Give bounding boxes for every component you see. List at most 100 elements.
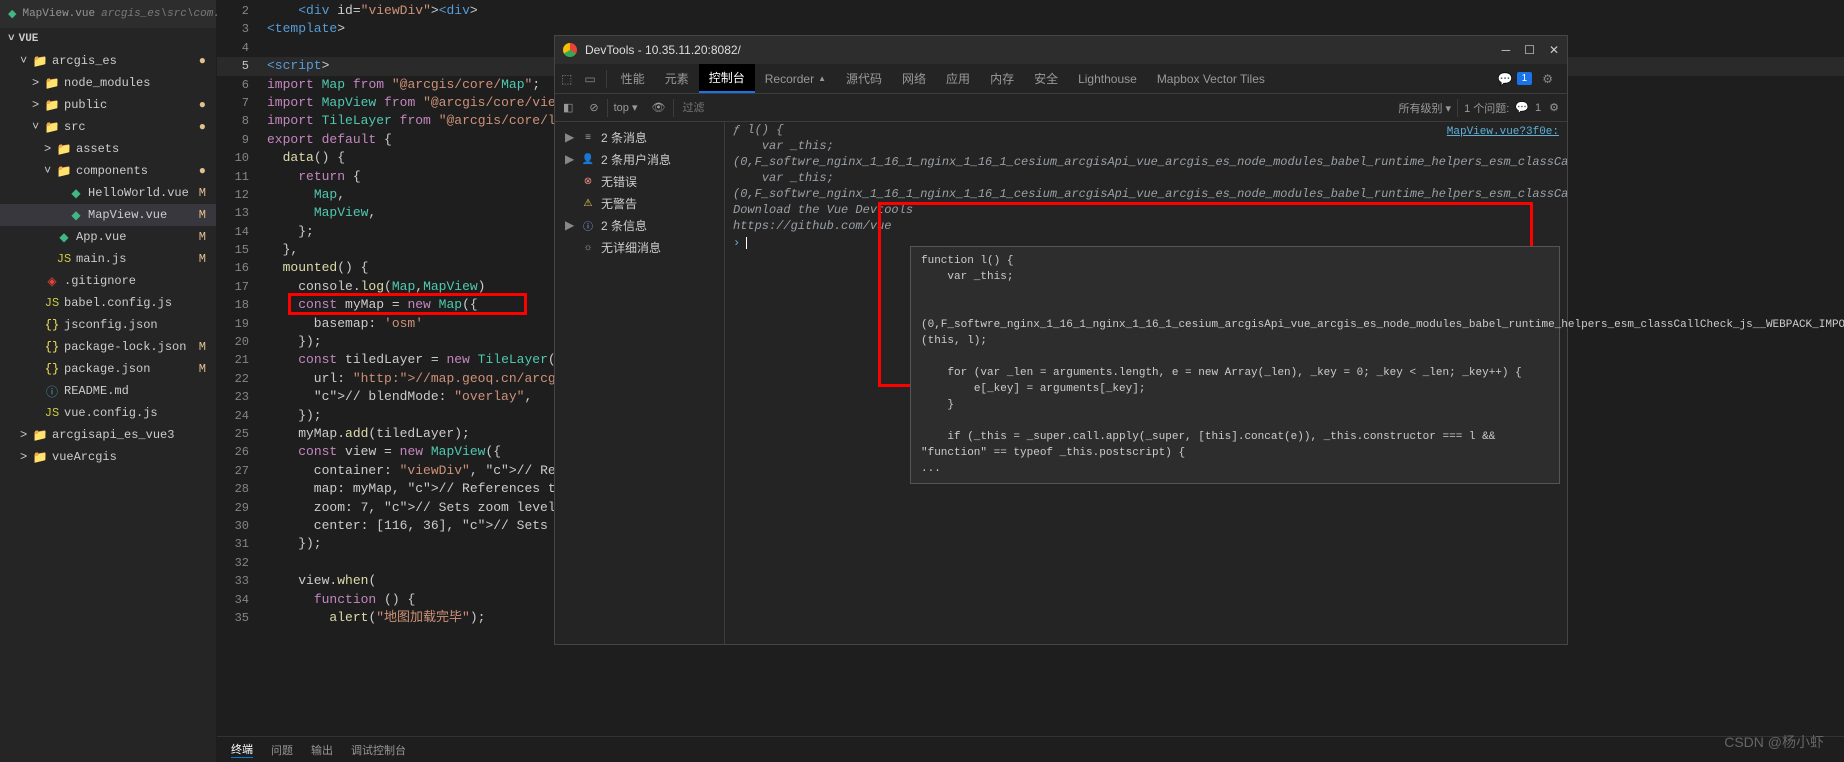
line-number: 7 xyxy=(217,94,267,112)
console-line: (0,F_softwre_nginx_1_16_1_nginx_1_16_1_c… xyxy=(725,186,1567,202)
project-header[interactable]: ˅ VUE xyxy=(0,28,216,50)
console-filter-row[interactable]: ▶≡2 条消息 xyxy=(555,126,724,148)
console-sidebar: ▶≡2 条消息▶👤2 条用户消息⊗无错误 ⚠ 无警告 ▶ⓘ2 条信息☼无详细消息 xyxy=(555,122,725,644)
chevron-icon: ▶ xyxy=(565,218,575,232)
line-number: 20 xyxy=(217,333,267,351)
line-number: 28 xyxy=(217,480,267,498)
devtools-tab[interactable]: 源代码 xyxy=(836,64,892,93)
line-number: 27 xyxy=(217,462,267,480)
tree-item[interactable]: ◆MapView.vueM xyxy=(0,204,216,226)
json-icon: {} xyxy=(44,340,60,354)
panel-tab[interactable]: 调试控制台 xyxy=(351,742,406,758)
tree-item[interactable]: ⓘREADME.md xyxy=(0,380,216,402)
filter-label: 无错误 xyxy=(601,173,637,190)
issue-icon[interactable]: 💬 xyxy=(1515,101,1535,114)
console-filter-row[interactable]: ⊗无错误 xyxy=(555,170,724,192)
console-line: ƒ l() { xyxy=(725,122,1567,138)
line-number: 8 xyxy=(217,112,267,130)
panel-tab[interactable]: 终端 xyxy=(231,741,253,758)
devtools-tab[interactable]: 元素 xyxy=(655,64,699,93)
tree-item[interactable]: ˅📁components● xyxy=(0,160,216,182)
caret-icon: › xyxy=(733,236,740,250)
folder-icon: 📁 xyxy=(32,450,48,465)
code-line: <div id="viewDiv"><div> xyxy=(267,2,1844,20)
panel-tab[interactable]: 问题 xyxy=(271,742,293,758)
devtools-tab[interactable]: Recorder ▲ xyxy=(755,64,836,93)
devtools-tab[interactable]: 应用 xyxy=(936,64,980,93)
eye-icon[interactable]: 👁 xyxy=(644,101,674,114)
tree-item[interactable]: >📁node_modules xyxy=(0,72,216,94)
device-icon[interactable]: ▭ xyxy=(578,72,601,86)
console-filter-row[interactable]: ☼无详细消息 xyxy=(555,236,724,258)
inspect-icon[interactable]: ⬚ xyxy=(555,72,578,86)
filter-input[interactable] xyxy=(674,102,1392,114)
modified-indicator: M xyxy=(199,340,206,354)
folder-icon: 📁 xyxy=(32,54,48,69)
js-icon: JS xyxy=(44,296,60,310)
modified-dot: ● xyxy=(199,120,206,134)
warn-icon: ⚠ xyxy=(581,196,595,210)
source-link[interactable]: MapView.vue?3f0e: xyxy=(1447,126,1559,138)
tree-label: babel.config.js xyxy=(64,296,172,310)
filter-label: 2 条消息 xyxy=(601,129,647,146)
tree-label: HelloWorld.vue xyxy=(88,186,189,200)
tree-item[interactable]: {}package-lock.jsonM xyxy=(0,336,216,358)
chevron-icon: > xyxy=(20,450,32,464)
context-selector[interactable]: top ▾ xyxy=(608,101,644,114)
folder-icon: 📁 xyxy=(44,98,60,113)
tree-item[interactable]: ◈.gitignore xyxy=(0,270,216,292)
tree-item[interactable]: ˅📁arcgis_es● xyxy=(0,50,216,72)
devtools-tab[interactable]: 安全 xyxy=(1024,64,1068,93)
tree-item[interactable]: ◆App.vueM xyxy=(0,226,216,248)
tree-item[interactable]: ˅📁src● xyxy=(0,116,216,138)
minimize-button[interactable]: ─ xyxy=(1502,43,1511,57)
devtools-tab[interactable]: Lighthouse xyxy=(1068,64,1147,93)
vue-icon: ◆ xyxy=(56,230,72,245)
devtools-tab[interactable]: 控制台 xyxy=(699,64,755,93)
line-number: 26 xyxy=(217,443,267,461)
line-number: 22 xyxy=(217,370,267,388)
devtools-tab[interactable]: 内存 xyxy=(980,64,1024,93)
gear-icon[interactable]: ⚙ xyxy=(1541,101,1567,114)
settings-icon[interactable]: ⚙ xyxy=(1536,72,1559,86)
devtools-tab[interactable]: Mapbox Vector Tiles xyxy=(1147,64,1275,93)
tree-item[interactable]: {}jsconfig.json xyxy=(0,314,216,336)
tree-item[interactable]: JSvue.config.js xyxy=(0,402,216,424)
tree-item[interactable]: {}package.jsonM xyxy=(0,358,216,380)
chevron-icon: > xyxy=(32,76,44,90)
tree-item[interactable]: >📁public● xyxy=(0,94,216,116)
devtools-titlebar: DevTools - 10.35.11.20:8082/ ─ ☐ ✕ xyxy=(555,36,1567,64)
chevron-icon: ˅ xyxy=(20,54,32,68)
file-explorer: ◆ MapView.vue arcgis_es\src\com... ˅ VUE… xyxy=(0,0,217,762)
tree-item[interactable]: ◆HelloWorld.vueM xyxy=(0,182,216,204)
issues-icon[interactable]: 💬 xyxy=(1498,72,1513,86)
tree-item[interactable]: >📁arcgisapi_es_vue3 xyxy=(0,424,216,446)
console-filter-row[interactable]: ▶ⓘ2 条信息 xyxy=(555,214,724,236)
modified-indicator: M xyxy=(199,252,206,266)
tree-item[interactable]: JSmain.jsM xyxy=(0,248,216,270)
devtools-title: DevTools - 10.35.11.20:8082/ xyxy=(585,43,741,57)
clear-icon[interactable]: ⊘ xyxy=(581,101,606,114)
devtools-tab[interactable]: 网络 xyxy=(892,64,936,93)
filter-label: 无警告 xyxy=(601,195,637,212)
panel-tab[interactable]: 输出 xyxy=(311,742,333,758)
chevron-icon: ▶ xyxy=(565,130,575,144)
console-filter-row[interactable]: ▶👤2 条用户消息 xyxy=(555,148,724,170)
maximize-button[interactable]: ☐ xyxy=(1524,43,1535,57)
line-number: 25 xyxy=(217,425,267,443)
line-number: 15 xyxy=(217,241,267,259)
tree-item[interactable]: >📁 vueArcgis xyxy=(0,446,216,468)
tree-item[interactable]: >📁assets xyxy=(0,138,216,160)
js-icon: JS xyxy=(56,252,72,266)
sidebar-toggle-icon[interactable]: ◧ xyxy=(555,101,581,114)
log-levels-selector[interactable]: 所有级别 ▾ xyxy=(1392,100,1457,116)
open-file-tab[interactable]: MapView.vue xyxy=(22,8,95,20)
tree-label: vueArcgis xyxy=(52,450,117,464)
close-button[interactable]: ✕ xyxy=(1549,43,1559,57)
console-filter-row[interactable]: ⚠ 无警告 xyxy=(555,192,724,214)
modified-dot: ● xyxy=(199,164,206,178)
devtools-tab[interactable]: 性能 xyxy=(611,64,655,93)
line-number: 9 xyxy=(217,131,267,149)
line-number: 33 xyxy=(217,572,267,590)
tree-item[interactable]: JS babel.config.js xyxy=(0,292,216,314)
